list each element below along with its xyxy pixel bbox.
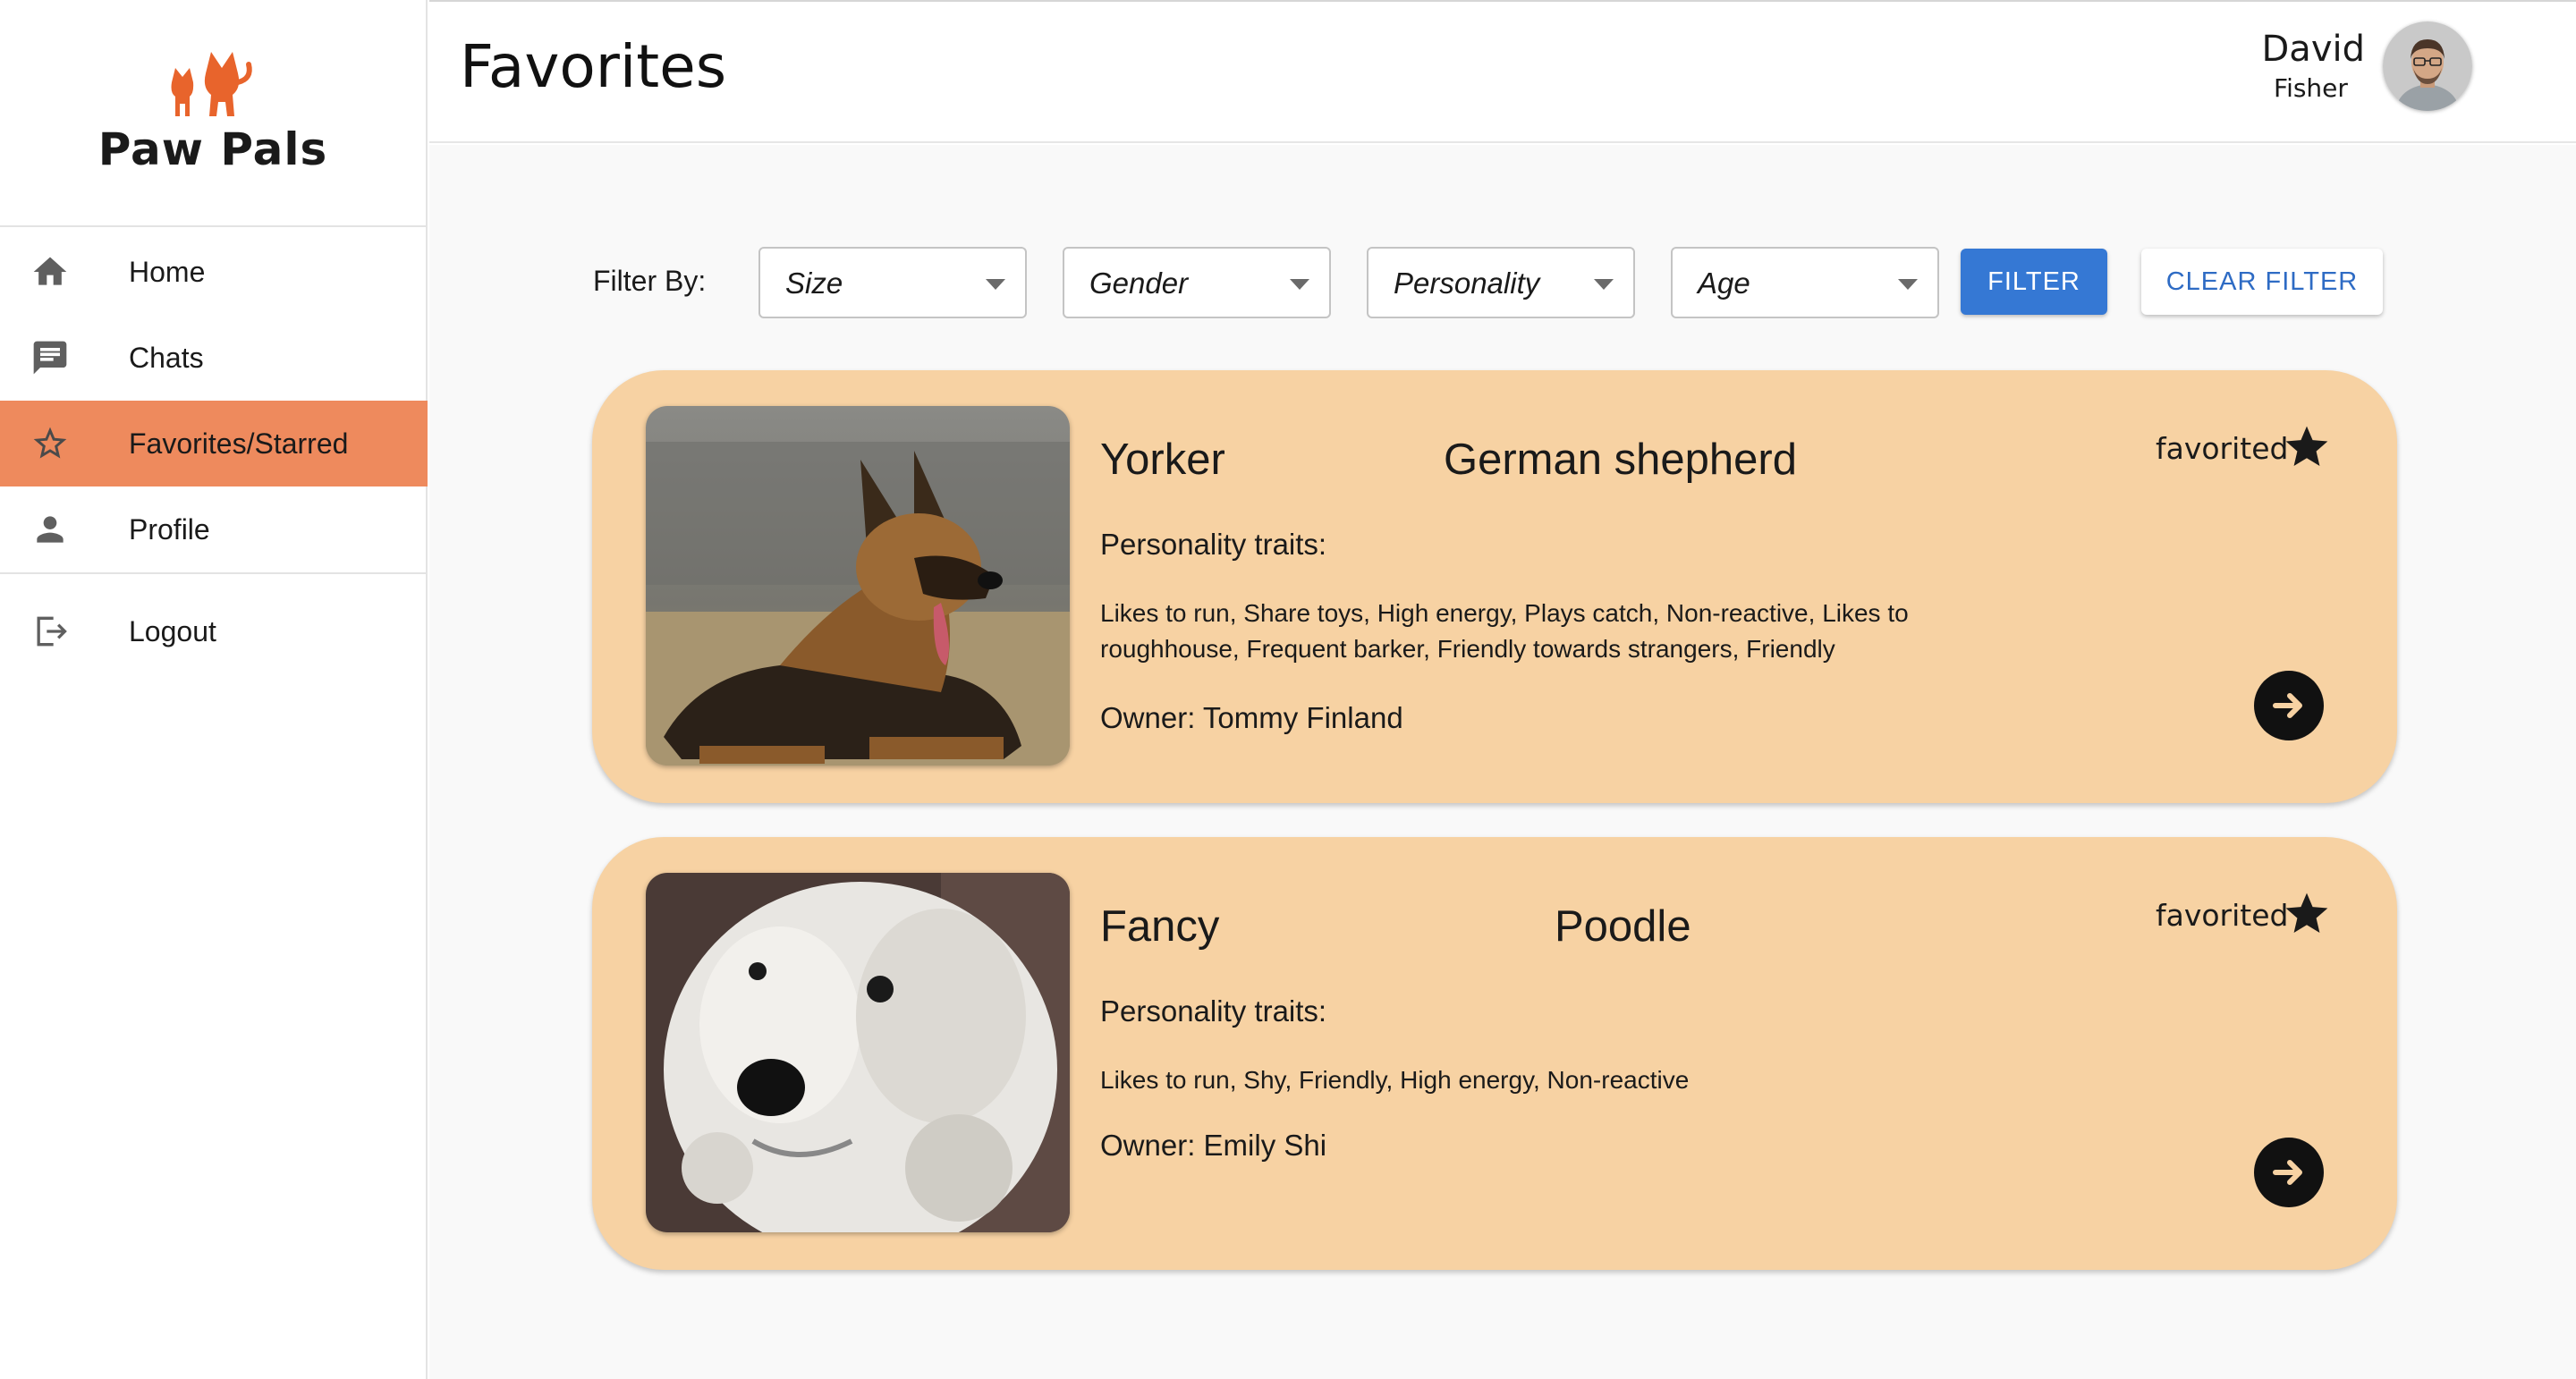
chevron-down-icon xyxy=(1594,279,1614,290)
size-select-value: Size xyxy=(785,266,843,300)
gender-select[interactable]: Gender xyxy=(1063,247,1331,318)
star-filled-icon[interactable] xyxy=(2282,889,2332,939)
pet-card[interactable]: Fancy Poodle Personality traits: Likes t… xyxy=(592,837,2397,1270)
sidebar: Paw Pals Home Chats Favorites/Starred Pr… xyxy=(0,0,428,1379)
chevron-down-icon xyxy=(986,279,1005,290)
sidebar-item-label: Favorites/Starred xyxy=(129,427,349,460)
personality-select[interactable]: Personality xyxy=(1367,247,1635,318)
sidebar-item-profile[interactable]: Profile xyxy=(0,486,428,572)
sidebar-item-logout[interactable]: Logout xyxy=(0,588,428,674)
page-title: Favorites xyxy=(460,32,727,101)
favorited-label: favorited xyxy=(2156,898,2289,933)
filter-label: Filter By: xyxy=(593,265,707,297)
age-select[interactable]: Age xyxy=(1671,247,1939,318)
pet-owner: Owner: Tommy Finland xyxy=(1100,701,1403,734)
traits-list: Likes to run, Shy, Friendly, High energy… xyxy=(1100,1066,1690,1094)
german-shepherd-photo xyxy=(646,406,1070,766)
age-select-value: Age xyxy=(1698,266,1750,300)
favorited-label: favorited xyxy=(2156,431,2289,466)
pet-breed: German shepherd xyxy=(1444,436,1797,484)
size-select[interactable]: Size xyxy=(758,247,1027,318)
arrow-right-icon[interactable] xyxy=(2254,1138,2324,1207)
filter-button[interactable]: FILTER xyxy=(1961,249,2107,315)
chat-icon xyxy=(33,341,67,375)
sidebar-item-chats[interactable]: Chats xyxy=(0,315,428,401)
pet-name: Fancy xyxy=(1100,902,1220,951)
star-outline-icon xyxy=(33,427,67,459)
brand-name: Paw Pals xyxy=(97,123,328,175)
sidebar-item-favorites[interactable]: Favorites/Starred xyxy=(0,401,428,486)
chevron-down-icon xyxy=(1898,279,1918,290)
traits-heading: Personality traits: xyxy=(1100,994,1327,1028)
sidebar-item-label: Profile xyxy=(129,512,210,546)
sidebar-item-label: Logout xyxy=(129,614,216,647)
traits-list: Likes to run, Share toys, High energy, P… xyxy=(1100,599,1909,663)
chevron-down-icon xyxy=(1290,279,1309,290)
brand[interactable]: Paw Pals xyxy=(0,0,428,227)
traits-heading: Personality traits: xyxy=(1100,528,1327,561)
poodle-photo xyxy=(646,873,1070,1232)
user-avatar-photo xyxy=(2383,21,2472,111)
sidebar-item-home[interactable]: Home xyxy=(0,229,428,315)
user-last-name: Fisher xyxy=(2274,73,2348,103)
home-icon xyxy=(33,257,67,285)
sidebar-divider xyxy=(0,572,428,574)
sidebar-item-label: Home xyxy=(129,255,206,288)
person-icon xyxy=(37,516,64,543)
clear-filter-button[interactable]: CLEAR FILTER xyxy=(2141,249,2383,315)
user-first-name: David xyxy=(2261,29,2366,70)
paw-pals-logo-icon xyxy=(171,52,252,116)
pet-breed: Poodle xyxy=(1555,902,1691,951)
star-filled-icon[interactable] xyxy=(2282,422,2332,472)
top-header: Favorites David Fisher xyxy=(429,0,2576,143)
pet-name: Yorker xyxy=(1100,436,1225,484)
pet-owner: Owner: Emily Shi xyxy=(1100,1129,1327,1162)
sidebar-item-label: Chats xyxy=(129,341,204,374)
personality-select-value: Personality xyxy=(1394,266,1540,300)
logout-icon xyxy=(37,616,67,647)
arrow-right-icon[interactable] xyxy=(2254,671,2324,740)
pet-card[interactable]: Yorker German shepherd Personality trait… xyxy=(592,370,2397,803)
app-root: Paw Pals Home Chats Favorites/Starred Pr… xyxy=(0,0,2576,1379)
main-content: Filter By: Size Gender Personality Age F… xyxy=(429,145,2576,1379)
avatar[interactable] xyxy=(2383,21,2472,111)
gender-select-value: Gender xyxy=(1089,266,1189,300)
